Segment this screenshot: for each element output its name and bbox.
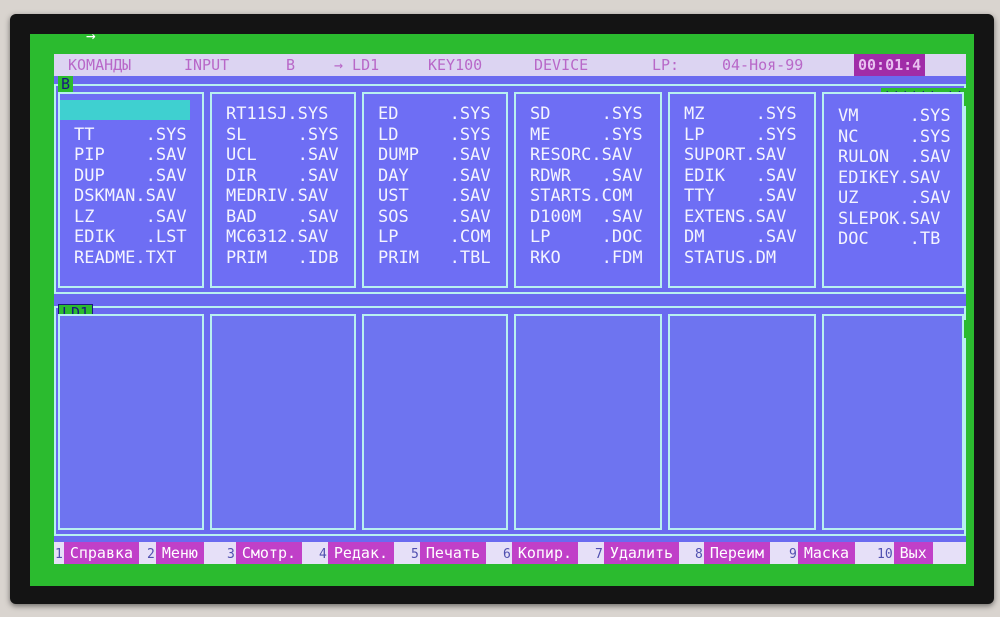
empty-column-3[interactable] <box>362 314 508 530</box>
file-list-3[interactable]: ED .SYS LD .SYS DUMP .SAV DAY .SAV UST .… <box>378 104 491 268</box>
file-column-6: VM .SYS NC .SYS RULON .SAV EDIKEY.SAV UZ… <box>822 92 964 288</box>
clock: 00:01:4 <box>854 54 926 76</box>
top-menu-bar: КОМАНДЫ INPUT B → LD1 KEY100 DEVICE LP: … <box>54 54 966 76</box>
function-key-bar: 1 Справка 2 Меню 3 Смотр. 4 Редак. 5 Печать 6… <box>54 542 966 564</box>
nc-display: КОМАНДЫ INPUT B → LD1 KEY100 DEVICE LP: … <box>54 54 966 564</box>
file-column-4: SD .SYS ME .SYS RESORC.SAV RDWR .SAV STA… <box>514 92 662 288</box>
file-list-4[interactable]: SD .SYS ME .SYS RESORC.SAV RDWR .SAV STA… <box>530 104 643 268</box>
lp-label: LP: <box>652 56 680 74</box>
file-list-6[interactable]: VM .SYS NC .SYS RULON .SAV EDIKEY.SAV UZ… <box>838 106 951 250</box>
date-display: 04-Ноя-99 <box>722 56 804 74</box>
fkey-5[interactable]: 5 Печать <box>410 542 487 564</box>
file-list-2[interactable]: RT11SJ.SYS SL .SYS UCL .SAV DIR .SAV MED… <box>226 104 339 268</box>
empty-column-2[interactable] <box>210 314 356 530</box>
file-column-2: RT11SJ.SYS SL .SYS UCL .SAV DIR .SAV MED… <box>210 92 356 288</box>
fkey-9[interactable]: 9 Маска <box>788 542 855 564</box>
file-list-5[interactable]: MZ .SYS LP .SYS SUPORT.SAV EDIK .SAV TTY… <box>684 104 797 268</box>
empty-column-4[interactable] <box>514 314 662 530</box>
fkey-1[interactable]: 1 Справка <box>54 542 140 564</box>
top-panel: B ******.** TT .SYS PIP .SAV DUP .SAV DS… <box>54 76 966 294</box>
fkey-2[interactable]: 2 Меню <box>146 542 204 564</box>
fkey-3[interactable]: 3 Смотр. <box>226 542 303 564</box>
menu-key[interactable]: KEY100 <box>428 54 482 76</box>
menu-input[interactable]: INPUT <box>184 54 229 76</box>
empty-column-6[interactable] <box>822 314 964 530</box>
fkey-8[interactable]: 8 Переим <box>694 542 771 564</box>
bottom-panel: LD1 ******.** <box>54 304 966 536</box>
menu-device-current[interactable]: → LD1 <box>334 54 379 76</box>
fkey-6[interactable]: 6 Копир. <box>502 542 579 564</box>
file-column-5: MZ .SYS LP .SYS SUPORT.SAV EDIK .SAV TTY… <box>668 92 816 288</box>
fkey-10[interactable]: 10 Вых <box>876 542 933 564</box>
file-column-3: ED .SYS LD .SYS DUMP .SAV DAY .SAV UST .… <box>362 92 508 288</box>
file-list-1[interactable]: TT .SYS PIP .SAV DUP .SAV DSKMAN.SAV LZ … <box>74 104 187 268</box>
monitor-screen: → КОМАНДЫ INPUT B → LD1 KEY100 DEVICE LP… <box>30 34 974 586</box>
empty-column-1[interactable] <box>58 314 204 530</box>
cursor-arrow-icon: → <box>86 34 96 45</box>
empty-column-5[interactable] <box>668 314 816 530</box>
fkey-7[interactable]: 7 Удалить <box>594 542 680 564</box>
menu-drive[interactable]: B <box>286 54 295 76</box>
menu-commands[interactable]: КОМАНДЫ <box>68 54 131 76</box>
fkey-4[interactable]: 4 Редак. <box>318 542 395 564</box>
menu-device[interactable]: DEVICE <box>534 54 588 76</box>
file-column-1: TT .SYS PIP .SAV DUP .SAV DSKMAN.SAV LZ … <box>58 92 204 288</box>
top-panel-tag: B <box>58 76 74 92</box>
